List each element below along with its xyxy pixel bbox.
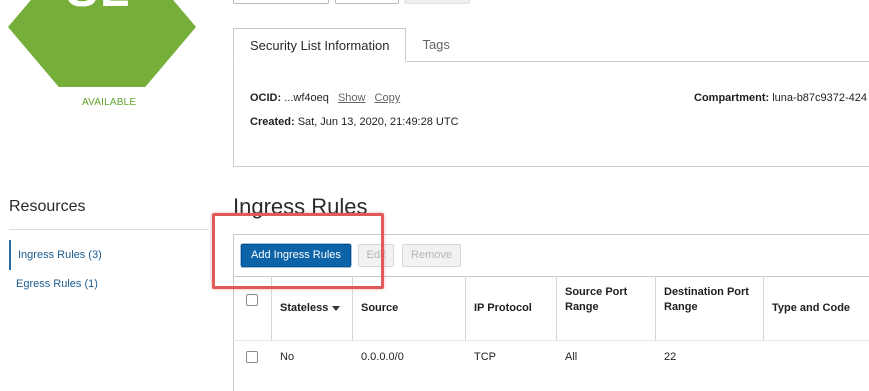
sidebar-item-egress-rules[interactable]: Egress Rules (1): [9, 269, 209, 299]
status-label: AVAILABLE: [82, 97, 137, 108]
ocid-row: OCID: ...wf4oeq Show Copy: [250, 92, 400, 104]
column-divider: [465, 276, 466, 341]
tab-tags[interactable]: Tags: [406, 28, 465, 62]
toolbar-button[interactable]: [233, 0, 329, 4]
show-link[interactable]: Show: [338, 92, 366, 104]
highlight-box: [212, 213, 384, 289]
badge-letters: SL: [66, 0, 146, 15]
created-label: Created:: [250, 116, 295, 128]
created-row: Created: Sat, Jun 13, 2020, 21:49:28 UTC: [250, 116, 459, 128]
compartment-label: Compartment:: [694, 92, 770, 104]
toolbar-button[interactable]: [404, 0, 470, 4]
tab-security-list-information[interactable]: Security List Information: [233, 28, 407, 62]
column-header-ip-protocol: IP Protocol: [474, 302, 532, 314]
cell-destination-port-range: 22: [664, 351, 677, 363]
resources-heading: Resources: [9, 198, 86, 215]
column-header-source-port-range: Source Port Range: [565, 286, 628, 313]
sidebar-item-ingress-rules[interactable]: Ingress Rules (3): [9, 240, 209, 270]
toolbar-button[interactable]: [335, 0, 399, 4]
resource-badge: SL: [8, 0, 196, 87]
compartment-value[interactable]: luna-b87c9372-424: [772, 92, 867, 104]
remove-button[interactable]: Remove: [402, 244, 461, 267]
cell-source: 0.0.0.0/0: [361, 351, 404, 363]
column-divider: [763, 276, 764, 341]
column-header-label: Stateless: [280, 302, 329, 314]
column-header-stateless[interactable]: Stateless: [280, 301, 341, 316]
column-header-destination-port-range: Destination Port Range: [664, 286, 749, 313]
cell-source-port-range: All: [565, 351, 578, 363]
created-value: Sat, Jun 13, 2020, 21:49:28 UTC: [297, 116, 459, 128]
compartment-row: Compartment: luna-b87c9372-424: [694, 92, 867, 104]
column-divider: [655, 276, 656, 341]
ocid-label: OCID:: [250, 92, 282, 104]
row-checkbox[interactable]: [246, 351, 258, 363]
column-header-source: Source: [361, 302, 399, 314]
column-divider: [556, 276, 557, 341]
divider: [233, 340, 869, 341]
select-all-checkbox[interactable]: [246, 294, 258, 306]
cell-ip-protocol: TCP: [474, 351, 496, 363]
cell-stateless: No: [280, 351, 295, 363]
column-header-type-and-code: Type and Code: [772, 302, 851, 314]
copy-link[interactable]: Copy: [375, 92, 401, 104]
ocid-value: ...wf4oeq: [284, 92, 329, 104]
info-panel: OCID: ...wf4oeq Show Copy Created: Sat, …: [233, 61, 869, 167]
sort-caret-icon[interactable]: [332, 305, 341, 311]
info-tabs: Security List Information Tags: [233, 28, 466, 62]
divider: [9, 229, 209, 230]
